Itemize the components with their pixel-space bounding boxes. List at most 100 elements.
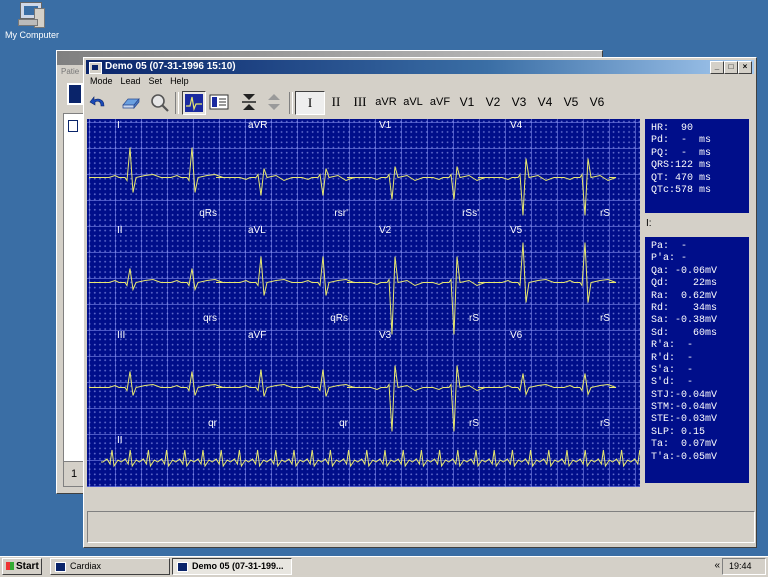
selected-lead-label: I:: [646, 218, 652, 229]
summary-hr: HR: 90: [651, 123, 694, 134]
measurement-row: S'a: -: [651, 364, 694, 376]
lead-label: V2: [379, 225, 392, 236]
lead-button-iii[interactable]: III: [348, 91, 372, 113]
patient-icon[interactable]: [67, 83, 83, 105]
lead-label: V4: [510, 120, 523, 131]
ecg-grid[interactable]: IqRs aVR rsr' V1 rSs' V4 rS II qrs aVL qRs V2 rS V5 rS…: [87, 119, 640, 487]
lead-button-avr[interactable]: aVR: [373, 91, 399, 113]
my-computer-label: My Computer: [4, 30, 59, 40]
summary-pd: Pd: - ms: [651, 135, 712, 147]
lead-trace: [482, 158, 617, 216]
menu-mode[interactable]: Mode: [90, 76, 113, 86]
measurement-row: Pa: -: [651, 241, 688, 252]
lead-button-v6[interactable]: V6: [585, 91, 609, 113]
taskbar-item-demo[interactable]: Demo 05 (07-31-199...: [172, 558, 292, 575]
clock[interactable]: 19:44: [729, 561, 752, 571]
lead-button-avl[interactable]: aVL: [400, 91, 426, 113]
measurement-row: Rd: 34ms: [651, 302, 718, 314]
measurement-row: Qd: 22ms: [651, 278, 718, 290]
taskbar-item-cardiax[interactable]: Cardiax: [50, 558, 170, 575]
lead-trace: [89, 371, 224, 396]
lead-button-v5[interactable]: V5: [559, 91, 583, 113]
morphology-label: rS: [600, 208, 610, 219]
ecg-view-icon[interactable]: [182, 91, 206, 115]
move-up-icon[interactable]: [263, 91, 285, 113]
lead-label: V6: [510, 330, 523, 341]
background-window-tab[interactable]: Patie: [61, 67, 79, 76]
taskbar-item-label: Demo 05 (07-31-199...: [192, 561, 284, 571]
window-title: Demo 05 (07-31-1996 15:10): [105, 61, 236, 72]
measurement-row: Qa: -0.06mV: [651, 265, 718, 277]
lead-label: II: [117, 225, 123, 236]
menu-set[interactable]: Set: [149, 76, 163, 86]
lead-label: aVR: [248, 120, 268, 131]
lead-button-ii[interactable]: II: [326, 91, 346, 113]
lead-trace: [89, 147, 224, 193]
summary-qrs: QRS:122 ms: [651, 160, 712, 172]
toolbar: I II III aVR aVL aVF V1 V2 V3 V4 V5 V6: [86, 89, 754, 117]
measurement-row: R'd: -: [651, 352, 694, 364]
lead-trace: [351, 256, 486, 335]
windows-flag-icon: [6, 562, 14, 571]
lead-label: III: [117, 330, 126, 341]
lead-label: V5: [510, 225, 523, 236]
morphology-label: rS: [600, 313, 610, 324]
measurement-row: Ta: 0.07mV: [651, 439, 718, 451]
menu-help[interactable]: Help: [170, 76, 189, 86]
move-down-icon[interactable]: [238, 91, 260, 113]
undo-arrow-icon[interactable]: [88, 91, 110, 113]
measurement-row: STM:-0.04mV: [651, 402, 718, 414]
measurement-row: P'a: -: [651, 253, 688, 265]
morphology-label: rS: [600, 418, 610, 429]
lead-label: aVL: [248, 225, 266, 236]
menu-bar: Mode Lead Set Help: [86, 74, 754, 88]
tray-expand-icon[interactable]: «: [714, 558, 720, 573]
taskbar-item-label: Cardiax: [70, 561, 102, 571]
lead-trace: [351, 166, 486, 200]
morphology-label: rS: [469, 313, 479, 324]
measurements-panel: Pa: - P'a: - Qa: -0.06mV Qd: 22ms Ra: 0.62mV…: [645, 237, 749, 483]
lead-label: V3: [379, 330, 392, 341]
morphology-label: qr: [208, 418, 217, 429]
lead-trace: [89, 268, 224, 292]
ecg-window-titlebar[interactable]: Demo 05 (07-31-1996 15:10) _ □ ×: [86, 60, 754, 74]
lead-button-v1[interactable]: V1: [455, 91, 479, 113]
morphology-label: rS: [469, 418, 479, 429]
measurement-row: R'a: -: [651, 340, 694, 352]
morphology-label: qRs: [199, 208, 217, 219]
lead-trace: [220, 168, 355, 196]
menu-lead[interactable]: Lead: [121, 76, 141, 86]
lead-button-v2[interactable]: V2: [481, 91, 505, 113]
start-label: Start: [16, 561, 39, 572]
lead-trace: [482, 373, 617, 397]
app-icon: [177, 561, 188, 572]
lead-button-v3[interactable]: V3: [507, 91, 531, 113]
close-button[interactable]: ×: [738, 61, 752, 74]
lead-button-v4[interactable]: V4: [533, 91, 557, 113]
ecg-window[interactable]: Demo 05 (07-31-1996 15:10) _ □ × Mode Lea…: [83, 57, 757, 548]
lead-button-avf[interactable]: aVF: [427, 91, 453, 113]
app-icon: [55, 561, 66, 572]
lead-label: I: [117, 120, 120, 131]
lead-button-i[interactable]: I: [295, 91, 325, 115]
print-icon[interactable]: [120, 91, 142, 113]
lead-trace: [220, 369, 355, 397]
system-tray: 19:44: [722, 558, 766, 575]
layout-icon[interactable]: [208, 91, 230, 113]
minimize-button[interactable]: _: [710, 61, 724, 74]
lead-trace: [351, 365, 486, 432]
measurement-row: Ra: 0.62mV: [651, 290, 718, 302]
maximize-button[interactable]: □: [724, 61, 738, 74]
rhythm-lead-label: II: [117, 435, 123, 446]
ecg-traces: [89, 147, 640, 468]
computer-icon: [17, 2, 47, 28]
measurement-row: Sd: 60ms: [651, 327, 718, 339]
morphology-label: rSs': [462, 208, 479, 219]
lead-label: aVF: [248, 330, 267, 341]
my-computer-desktop-icon[interactable]: My Computer: [4, 2, 60, 40]
start-button[interactable]: Start: [2, 558, 42, 575]
lead-label: V1: [379, 120, 392, 131]
status-bar: [87, 511, 755, 543]
zoom-icon[interactable]: [148, 91, 170, 113]
rhythm-trace: [101, 449, 640, 468]
